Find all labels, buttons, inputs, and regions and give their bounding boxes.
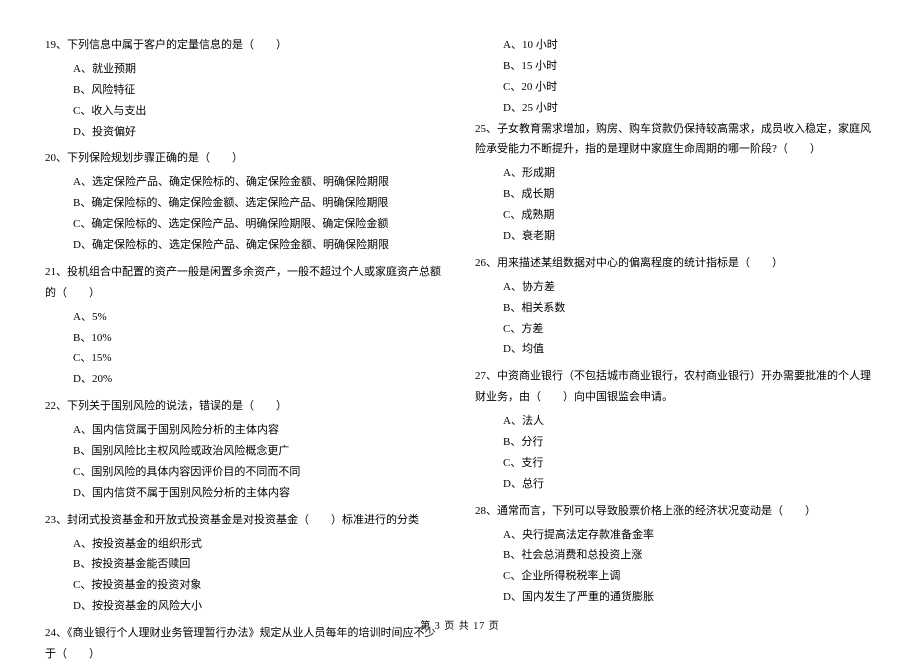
option-item: D、国内发生了严重的通货膨胀 (475, 587, 875, 608)
question-text: 22、下列关于国别风险的说法，错误的是（ ） (45, 396, 445, 417)
option-item: D、衰老期 (475, 226, 875, 247)
option-item: D、确定保险标的、选定保险产品、确定保险金额、明确保险期限 (45, 235, 445, 256)
option-item: D、20% (45, 369, 445, 390)
question-text: 28、通常而言，下列可以导致股票价格上涨的经济状况变动是（ ） (475, 501, 875, 522)
question-text: 21、投机组合中配置的资产一般是闲置多余资产，一般不超过个人或家庭资产总额的（ … (45, 262, 445, 304)
option-item: D、投资偏好 (45, 122, 445, 143)
option-item: A、5% (45, 307, 445, 328)
question-block: 23、封闭式投资基金和开放式投资基金是对投资基金（ ）标准进行的分类 A、按投资基… (45, 510, 445, 617)
question-text: 23、封闭式投资基金和开放式投资基金是对投资基金（ ）标准进行的分类 (45, 510, 445, 531)
right-column: A、10 小时B、15 小时C、20 小时D、25 小时25、子女教育需求增加，… (475, 35, 875, 671)
option-item: C、确定保险标的、选定保险产品、明确保险期限、确定保险金额 (45, 214, 445, 235)
option-item: C、国别风险的具体内容因评价目的不同而不同 (45, 462, 445, 483)
option-item: A、央行提高法定存款准备金率 (475, 525, 875, 546)
option-item: B、风险特征 (45, 80, 445, 101)
option-item: B、按投资基金能否赎回 (45, 554, 445, 575)
option-item: A、选定保险产品、确定保险标的、确定保险金额、明确保险期限 (45, 172, 445, 193)
option-item: C、收入与支出 (45, 101, 445, 122)
option-item: C、20 小时 (475, 77, 875, 98)
option-item: C、方差 (475, 319, 875, 340)
question-block: 21、投机组合中配置的资产一般是闲置多余资产，一般不超过个人或家庭资产总额的（ … (45, 262, 445, 390)
option-item: D、国内信贷不属于国别风险分析的主体内容 (45, 483, 445, 504)
option-item: D、均值 (475, 339, 875, 360)
option-item: A、协方差 (475, 277, 875, 298)
option-item: A、按投资基金的组织形式 (45, 534, 445, 555)
option-item: D、总行 (475, 474, 875, 495)
question-block: 22、下列关于国别风险的说法，错误的是（ ） A、国内信贷属于国别风险分析的主体内… (45, 396, 445, 503)
left-column: 19、下列信息中属于客户的定量信息的是（ ） A、就业预期B、风险特征C、收入与支… (45, 35, 445, 671)
option-item: B、15 小时 (475, 56, 875, 77)
option-item: A、法人 (475, 411, 875, 432)
option-item: B、社会总消费和总投资上涨 (475, 545, 875, 566)
option-item: C、按投资基金的投资对象 (45, 575, 445, 596)
question-text: 26、用来描述某组数据对中心的偏离程度的统计指标是（ ） (475, 253, 875, 274)
question-block: 28、通常而言，下列可以导致股票价格上涨的经济状况变动是（ ） A、央行提高法定存… (475, 501, 875, 608)
option-item: A、国内信贷属于国别风险分析的主体内容 (45, 420, 445, 441)
option-item: B、成长期 (475, 184, 875, 205)
question-text: 27、中资商业银行（不包括城市商业银行，农村商业银行）开办需要批准的个人理财业务… (475, 366, 875, 408)
option-item: B、相关系数 (475, 298, 875, 319)
option-item: D、按投资基金的风险大小 (45, 596, 445, 617)
question-block: 19、下列信息中属于客户的定量信息的是（ ） A、就业预期B、风险特征C、收入与支… (45, 35, 445, 142)
option-item: B、分行 (475, 432, 875, 453)
option-item: D、25 小时 (475, 98, 875, 119)
question-block: 27、中资商业银行（不包括城市商业银行，农村商业银行）开办需要批准的个人理财业务… (475, 366, 875, 494)
question-text: 25、子女教育需求增加，购房、购车贷款仍保持较高需求，成员收入稳定，家庭风险承受… (475, 119, 875, 161)
question-text: 20、下列保险规划步骤正确的是（ ） (45, 148, 445, 169)
option-item: C、企业所得税税率上调 (475, 566, 875, 587)
question-block: 25、子女教育需求增加，购房、购车贷款仍保持较高需求，成员收入稳定，家庭风险承受… (475, 119, 875, 247)
option-item: B、10% (45, 328, 445, 349)
page-footer: 第 3 页 共 17 页 (0, 617, 920, 632)
option-item: B、国别风险比主权风险或政治风险概念更广 (45, 441, 445, 462)
question-block: 26、用来描述某组数据对中心的偏离程度的统计指标是（ ） A、协方差B、相关系数C… (475, 253, 875, 360)
option-item: A、形成期 (475, 163, 875, 184)
option-item: C、支行 (475, 453, 875, 474)
option-item: A、就业预期 (45, 59, 445, 80)
option-item: C、15% (45, 348, 445, 369)
question-text: 19、下列信息中属于客户的定量信息的是（ ） (45, 35, 445, 56)
question-block: 20、下列保险规划步骤正确的是（ ） A、选定保险产品、确定保险标的、确定保险金额… (45, 148, 445, 255)
option-item: C、成熟期 (475, 205, 875, 226)
option-item: A、10 小时 (475, 35, 875, 56)
option-item: B、确定保险标的、确定保险金额、选定保险产品、明确保险期限 (45, 193, 445, 214)
